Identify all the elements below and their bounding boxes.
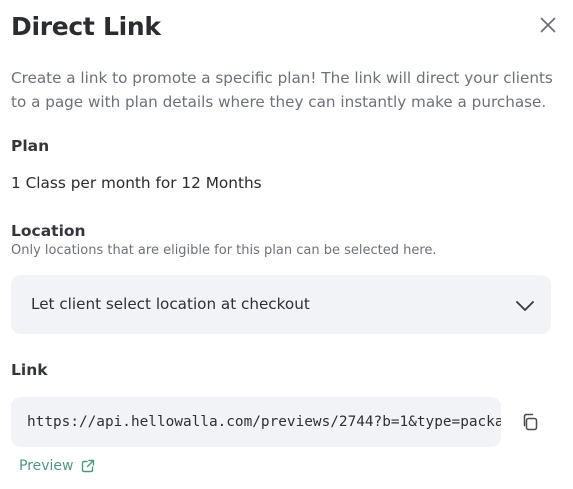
- link-field[interactable]: https://api.hellowalla.com/previews/2744…: [11, 397, 501, 447]
- plan-value: 1 Class per month for 12 Months: [11, 174, 262, 192]
- close-button[interactable]: [536, 13, 560, 37]
- plan-label: Plan: [11, 137, 50, 155]
- preview-label: Preview: [19, 458, 74, 474]
- dialog-title: Direct Link: [11, 12, 161, 41]
- link-url[interactable]: https://api.hellowalla.com/previews/2744…: [27, 412, 501, 432]
- direct-link-dialog: Direct Link Create a link to promote a s…: [0, 0, 573, 489]
- location-select-value: Let client select location at checkout: [31, 295, 310, 313]
- copy-link-button[interactable]: [518, 410, 542, 434]
- copy-icon: [523, 413, 538, 431]
- chevron-down-icon: [516, 301, 534, 311]
- external-link-icon: [81, 459, 94, 473]
- location-label: Location: [11, 222, 86, 240]
- location-help-text: Only locations that are eligible for thi…: [11, 243, 437, 258]
- close-icon: [540, 17, 556, 33]
- location-select[interactable]: Let client select location at checkout: [11, 275, 551, 334]
- dialog-description: Create a link to promote a specific plan…: [11, 69, 553, 111]
- link-label: Link: [11, 361, 48, 379]
- preview-link[interactable]: Preview: [19, 456, 95, 476]
